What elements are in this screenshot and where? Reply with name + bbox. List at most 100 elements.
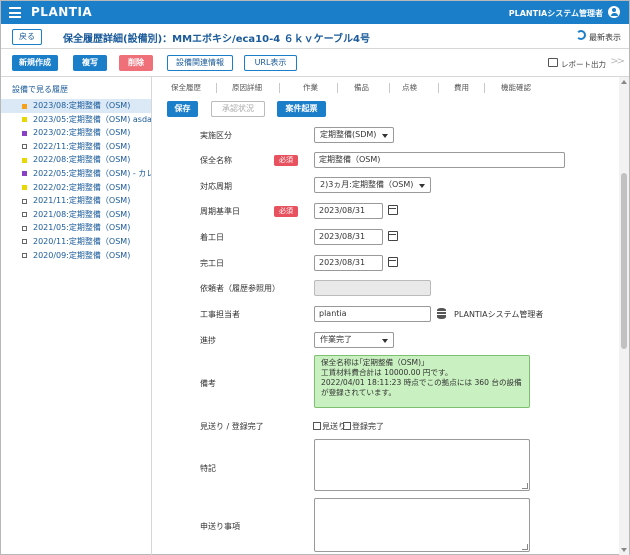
scroll-up-icon[interactable] [621, 80, 627, 84]
remarks-textarea[interactable]: 保全名称は｢定期整備（OSM)」 工賃材料費合計は 10000.00 円です。 … [314, 355, 530, 408]
notes-label: 特記 [200, 464, 216, 473]
tab-function-check[interactable]: 機能確認 [501, 82, 531, 93]
create-case-button[interactable]: 案件起票 [277, 101, 326, 117]
vertical-scrollbar[interactable] [619, 77, 629, 555]
page-title: 保全履歴詳細(設備別)：MMエボキシ/eca10-4 ６ｋｖケーブル4号 [63, 34, 371, 45]
equipment-info-button[interactable]: 設備関連情報 [167, 55, 233, 71]
history-item[interactable]: 2021/11:定期整備（OSM) [1, 194, 151, 208]
person-display-name: PLANTIAシステム管理者 [454, 310, 544, 319]
status-marker-icon [22, 253, 27, 259]
history-item-label: 2022/08:定期整備（OSM) [33, 155, 131, 165]
history-item-label: 2020/09:定期整備（OSM) [33, 250, 131, 260]
required-badge: 必須 [274, 155, 298, 166]
tab-cost[interactable]: 費用 [454, 82, 469, 93]
tab-history[interactable]: 保全履歴 [171, 82, 201, 93]
remarks-label: 備考 [200, 379, 216, 388]
status-marker-icon [22, 171, 27, 177]
history-item[interactable]: 2022/11:定期整備（OSM) [1, 140, 151, 154]
history-item-label: 2021/08:定期整備（OSM) [33, 209, 131, 219]
start-date-input[interactable]: 2023/08/31 [314, 229, 383, 245]
handover-textarea[interactable] [314, 498, 530, 552]
history-item[interactable]: 2023/05:定期整備（OSM) asdasd [1, 113, 152, 127]
chevron-down-icon [382, 339, 388, 343]
refresh-button[interactable]: 最新表示 [576, 30, 621, 43]
history-item[interactable]: 2021/05:定期整備（OSM) [1, 221, 151, 235]
tab-cause[interactable]: 原因詳細 [232, 82, 262, 93]
calendar-icon[interactable] [388, 231, 398, 241]
history-item-label: 2023/08:定期整備（OSM) [33, 101, 131, 110]
tab-inspection[interactable]: 点検 [402, 82, 417, 93]
history-item[interactable]: 2020/09:定期整備（OSM) [1, 249, 151, 263]
report-label: レポート出力 [561, 60, 606, 69]
save-button[interactable]: 保存 [167, 101, 198, 117]
person-input[interactable]: plantia [314, 306, 431, 322]
refresh-label: 最新表示 [589, 33, 621, 42]
history-item-label: 2022/05:定期整備（OSM) - カレンダ [33, 168, 151, 178]
history-item[interactable]: 2023/02:定期整備（OSM) [1, 126, 151, 140]
history-item-label: 2022/02:定期整備（OSM) [33, 182, 131, 192]
copy-button[interactable]: 複写 [73, 55, 107, 71]
tab-parts[interactable]: 備品 [354, 82, 369, 93]
status-marker-icon [22, 103, 27, 109]
maintenance-name-input[interactable]: 定期整備（OSM) [314, 152, 565, 168]
refresh-icon [576, 30, 586, 40]
status-label: 見送り / 登録完了 [200, 422, 264, 431]
status-marker-icon [22, 144, 27, 150]
handover-label: 申送り事項 [200, 522, 240, 531]
report-button[interactable]: レポート出力 [548, 58, 606, 70]
end-date-input[interactable]: 2023/08/31 [314, 255, 383, 271]
history-item[interactable]: 2023/08:定期整備（OSM) [1, 99, 151, 113]
resize-handle-icon[interactable] [522, 544, 528, 550]
done-checkbox[interactable]: 登録完了 [343, 421, 384, 432]
history-item-label: 2021/11:定期整備（OSM) [33, 196, 131, 206]
database-icon[interactable] [437, 308, 446, 319]
history-item-label: 2021/05:定期整備（OSM) [33, 223, 131, 233]
notes-textarea[interactable] [314, 439, 530, 491]
cycle-label: 対応周期 [200, 182, 232, 191]
scroll-down-icon[interactable] [621, 548, 627, 552]
history-item[interactable]: 2021/08:定期整備（OSM) [1, 208, 151, 222]
history-item[interactable]: 2022/05:定期整備（OSM) - カレンダ [1, 167, 151, 181]
history-item[interactable]: 2022/08:定期整備（OSM) [1, 153, 151, 167]
checkbox-icon [343, 422, 351, 430]
history-title: 設備で見る履歴 [12, 85, 68, 94]
resize-handle-icon[interactable] [522, 483, 528, 489]
back-button[interactable]: 戻る [12, 29, 42, 45]
status-marker-icon [22, 198, 27, 204]
url-button[interactable]: URL表示 [244, 55, 297, 71]
status-marker-icon [22, 225, 27, 231]
menu-icon[interactable] [9, 7, 21, 18]
skip-checkbox[interactable]: 見送り [313, 421, 346, 432]
category-value: 定期整備(SDM) [320, 130, 377, 139]
remarks-line: 2022/04/01 18:11:23 時点でこの拠点には 360 台の設備 [321, 378, 522, 387]
user-avatar-icon[interactable] [608, 6, 620, 18]
brand-logo: PLANTIA [31, 5, 93, 19]
calendar-icon[interactable] [388, 257, 398, 267]
history-item-label: 2023/02:定期整備（OSM) [33, 128, 131, 138]
new-button[interactable]: 新規作成 [12, 55, 58, 71]
cycle-select[interactable]: 2)3ヵ月:定期整備（OSM) [314, 177, 431, 193]
history-item[interactable]: 2020/11:定期整備（OSM) [1, 235, 151, 249]
done-label: 登録完了 [352, 422, 384, 431]
checkbox-icon [313, 422, 321, 430]
delete-button[interactable]: 削除 [119, 55, 153, 71]
history-item-label: 2023/05:定期整備（OSM) asdasd [33, 114, 152, 124]
calendar-icon[interactable] [388, 205, 398, 215]
detail-panel: 保全履歴 原因詳細 作業 備品 点検 費用 機能確認 保存 承認状況 案件起票 … [153, 77, 629, 555]
collapse-icon[interactable]: >> [610, 56, 625, 67]
base-date-label: 周期基準日 [200, 207, 240, 216]
approval-status-button[interactable]: 承認状況 [211, 101, 265, 117]
progress-value: 作業完了 [320, 335, 352, 344]
user-name[interactable]: PLANTIAシステム管理者 [509, 8, 603, 19]
scroll-thumb[interactable] [621, 173, 627, 349]
progress-select[interactable]: 作業完了 [314, 332, 394, 348]
base-date-input[interactable]: 2023/08/31 [314, 203, 383, 219]
status-marker-icon [22, 117, 27, 123]
requester-label: 依頼者（履歴参照用） [200, 284, 280, 293]
tab-work[interactable]: 作業 [303, 82, 318, 93]
category-select[interactable]: 定期整備(SDM) [314, 127, 394, 143]
requester-input [314, 280, 431, 296]
history-item-label: 2022/11:定期整備（OSM) [33, 141, 131, 151]
history-item[interactable]: 2022/02:定期整備（OSM) [1, 181, 151, 195]
remarks-line: が登録されています。 [321, 388, 396, 397]
